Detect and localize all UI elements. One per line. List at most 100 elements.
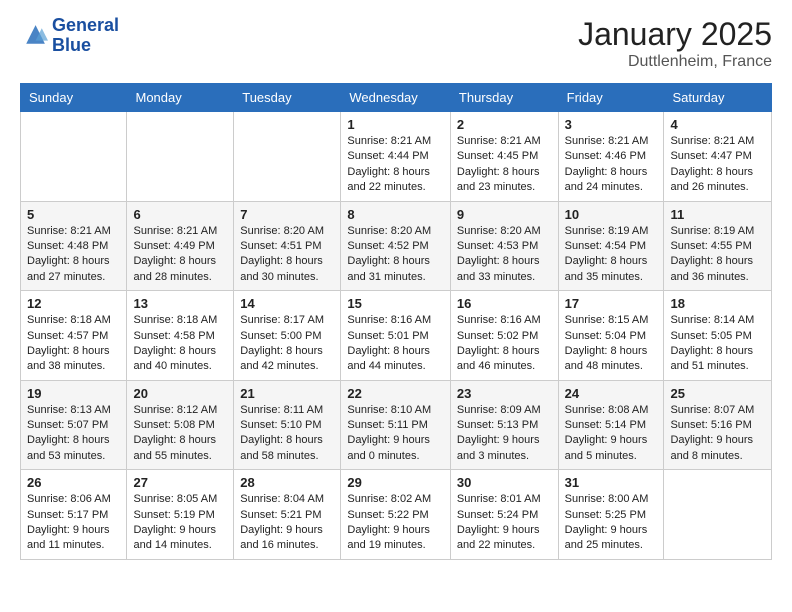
calendar-cell: 7 Sunrise: 8:20 AMSunset: 4:51 PMDaylight… <box>234 201 341 291</box>
day-number: 2 <box>457 117 552 132</box>
day-info: Sunrise: 8:21 AMSunset: 4:48 PMDaylight:… <box>27 224 120 286</box>
calendar-week-row: 5 Sunrise: 8:21 AMSunset: 4:48 PMDaylight… <box>21 201 772 291</box>
calendar-cell: 8 Sunrise: 8:20 AMSunset: 4:52 PMDaylight… <box>341 201 451 291</box>
day-number: 20 <box>133 386 227 401</box>
logo-icon <box>20 22 48 50</box>
day-number: 15 <box>347 296 444 311</box>
day-number: 4 <box>670 117 765 132</box>
title-block: January 2025 Duttlenheim, France <box>578 16 772 71</box>
day-number: 10 <box>565 207 658 222</box>
day-info: Sunrise: 8:15 AMSunset: 5:04 PMDaylight:… <box>565 313 658 375</box>
logo-line1: General <box>52 16 119 36</box>
weekday-header: Friday <box>558 84 664 112</box>
logo: General Blue <box>20 16 119 56</box>
day-info: Sunrise: 8:14 AMSunset: 5:05 PMDaylight:… <box>670 313 765 375</box>
calendar-cell: 21 Sunrise: 8:11 AMSunset: 5:10 PMDayligh… <box>234 380 341 470</box>
calendar-cell: 28 Sunrise: 8:04 AMSunset: 5:21 PMDayligh… <box>234 470 341 560</box>
day-info: Sunrise: 8:09 AMSunset: 5:13 PMDaylight:… <box>457 403 552 465</box>
day-info: Sunrise: 8:19 AMSunset: 4:55 PMDaylight:… <box>670 224 765 286</box>
calendar-cell <box>234 112 341 202</box>
day-number: 14 <box>240 296 334 311</box>
day-info: Sunrise: 8:11 AMSunset: 5:10 PMDaylight:… <box>240 403 334 465</box>
day-info: Sunrise: 8:01 AMSunset: 5:24 PMDaylight:… <box>457 492 552 554</box>
calendar-header-row: SundayMondayTuesdayWednesdayThursdayFrid… <box>21 84 772 112</box>
calendar-cell: 25 Sunrise: 8:07 AMSunset: 5:16 PMDayligh… <box>664 380 772 470</box>
day-info: Sunrise: 8:20 AMSunset: 4:52 PMDaylight:… <box>347 224 444 286</box>
day-number: 17 <box>565 296 658 311</box>
day-number: 6 <box>133 207 227 222</box>
day-info: Sunrise: 8:06 AMSunset: 5:17 PMDaylight:… <box>27 492 120 554</box>
weekday-header: Thursday <box>450 84 558 112</box>
day-info: Sunrise: 8:08 AMSunset: 5:14 PMDaylight:… <box>565 403 658 465</box>
weekday-header: Saturday <box>664 84 772 112</box>
day-number: 8 <box>347 207 444 222</box>
day-number: 28 <box>240 475 334 490</box>
day-number: 31 <box>565 475 658 490</box>
day-number: 18 <box>670 296 765 311</box>
calendar-cell: 24 Sunrise: 8:08 AMSunset: 5:14 PMDayligh… <box>558 380 664 470</box>
calendar-cell: 11 Sunrise: 8:19 AMSunset: 4:55 PMDayligh… <box>664 201 772 291</box>
day-number: 25 <box>670 386 765 401</box>
logo-line2: Blue <box>52 36 119 56</box>
day-info: Sunrise: 8:17 AMSunset: 5:00 PMDaylight:… <box>240 313 334 375</box>
day-info: Sunrise: 8:16 AMSunset: 5:02 PMDaylight:… <box>457 313 552 375</box>
day-number: 9 <box>457 207 552 222</box>
day-info: Sunrise: 8:21 AMSunset: 4:46 PMDaylight:… <box>565 134 658 196</box>
day-number: 19 <box>27 386 120 401</box>
day-info: Sunrise: 8:02 AMSunset: 5:22 PMDaylight:… <box>347 492 444 554</box>
day-info: Sunrise: 8:20 AMSunset: 4:51 PMDaylight:… <box>240 224 334 286</box>
day-number: 22 <box>347 386 444 401</box>
page-header: General Blue January 2025 Duttlenheim, F… <box>20 16 772 71</box>
calendar-cell: 5 Sunrise: 8:21 AMSunset: 4:48 PMDaylight… <box>21 201 127 291</box>
calendar-week-row: 19 Sunrise: 8:13 AMSunset: 5:07 PMDayligh… <box>21 380 772 470</box>
day-info: Sunrise: 8:18 AMSunset: 4:57 PMDaylight:… <box>27 313 120 375</box>
day-number: 3 <box>565 117 658 132</box>
day-number: 11 <box>670 207 765 222</box>
day-info: Sunrise: 8:00 AMSunset: 5:25 PMDaylight:… <box>565 492 658 554</box>
calendar-cell: 23 Sunrise: 8:09 AMSunset: 5:13 PMDayligh… <box>450 380 558 470</box>
calendar-cell: 31 Sunrise: 8:00 AMSunset: 5:25 PMDayligh… <box>558 470 664 560</box>
day-info: Sunrise: 8:10 AMSunset: 5:11 PMDaylight:… <box>347 403 444 465</box>
day-number: 21 <box>240 386 334 401</box>
calendar-cell: 30Sunrise: 8:01 AMSunset: 5:24 PMDayligh… <box>450 470 558 560</box>
day-info: Sunrise: 8:16 AMSunset: 5:01 PMDaylight:… <box>347 313 444 375</box>
day-number: 7 <box>240 207 334 222</box>
calendar-cell: 1Sunrise: 8:21 AMSunset: 4:44 PMDaylight… <box>341 112 451 202</box>
calendar-cell: 20 Sunrise: 8:12 AMSunset: 5:08 PMDayligh… <box>127 380 234 470</box>
calendar-week-row: 26Sunrise: 8:06 AMSunset: 5:17 PMDayligh… <box>21 470 772 560</box>
day-number: 16 <box>457 296 552 311</box>
weekday-header: Monday <box>127 84 234 112</box>
calendar-cell: 26Sunrise: 8:06 AMSunset: 5:17 PMDayligh… <box>21 470 127 560</box>
day-info: Sunrise: 8:13 AMSunset: 5:07 PMDaylight:… <box>27 403 120 465</box>
calendar-cell: 18 Sunrise: 8:14 AMSunset: 5:05 PMDayligh… <box>664 291 772 381</box>
calendar-cell: 14 Sunrise: 8:17 AMSunset: 5:00 PMDayligh… <box>234 291 341 381</box>
day-info: Sunrise: 8:18 AMSunset: 4:58 PMDaylight:… <box>133 313 227 375</box>
calendar-cell <box>127 112 234 202</box>
day-info: Sunrise: 8:07 AMSunset: 5:16 PMDaylight:… <box>670 403 765 465</box>
day-number: 23 <box>457 386 552 401</box>
calendar-cell: 15 Sunrise: 8:16 AMSunset: 5:01 PMDayligh… <box>341 291 451 381</box>
calendar-cell: 6 Sunrise: 8:21 AMSunset: 4:49 PMDaylight… <box>127 201 234 291</box>
location: Duttlenheim, France <box>578 53 772 71</box>
day-info: Sunrise: 8:12 AMSunset: 5:08 PMDaylight:… <box>133 403 227 465</box>
day-number: 13 <box>133 296 227 311</box>
calendar-cell <box>21 112 127 202</box>
day-info: Sunrise: 8:21 AMSunset: 4:49 PMDaylight:… <box>133 224 227 286</box>
day-number: 27 <box>133 475 227 490</box>
weekday-header: Tuesday <box>234 84 341 112</box>
day-number: 24 <box>565 386 658 401</box>
calendar: SundayMondayTuesdayWednesdayThursdayFrid… <box>20 83 772 560</box>
calendar-cell: 17 Sunrise: 8:15 AMSunset: 5:04 PMDayligh… <box>558 291 664 381</box>
day-info: Sunrise: 8:19 AMSunset: 4:54 PMDaylight:… <box>565 224 658 286</box>
day-number: 5 <box>27 207 120 222</box>
month-year: January 2025 <box>578 16 772 53</box>
calendar-cell <box>664 470 772 560</box>
calendar-cell: 29Sunrise: 8:02 AMSunset: 5:22 PMDayligh… <box>341 470 451 560</box>
weekday-header: Sunday <box>21 84 127 112</box>
day-info: Sunrise: 8:20 AMSunset: 4:53 PMDaylight:… <box>457 224 552 286</box>
calendar-cell: 22 Sunrise: 8:10 AMSunset: 5:11 PMDayligh… <box>341 380 451 470</box>
calendar-cell: 10 Sunrise: 8:19 AMSunset: 4:54 PMDayligh… <box>558 201 664 291</box>
calendar-cell: 13 Sunrise: 8:18 AMSunset: 4:58 PMDayligh… <box>127 291 234 381</box>
logo-text: General Blue <box>52 16 119 56</box>
day-info: Sunrise: 8:04 AMSunset: 5:21 PMDaylight:… <box>240 492 334 554</box>
